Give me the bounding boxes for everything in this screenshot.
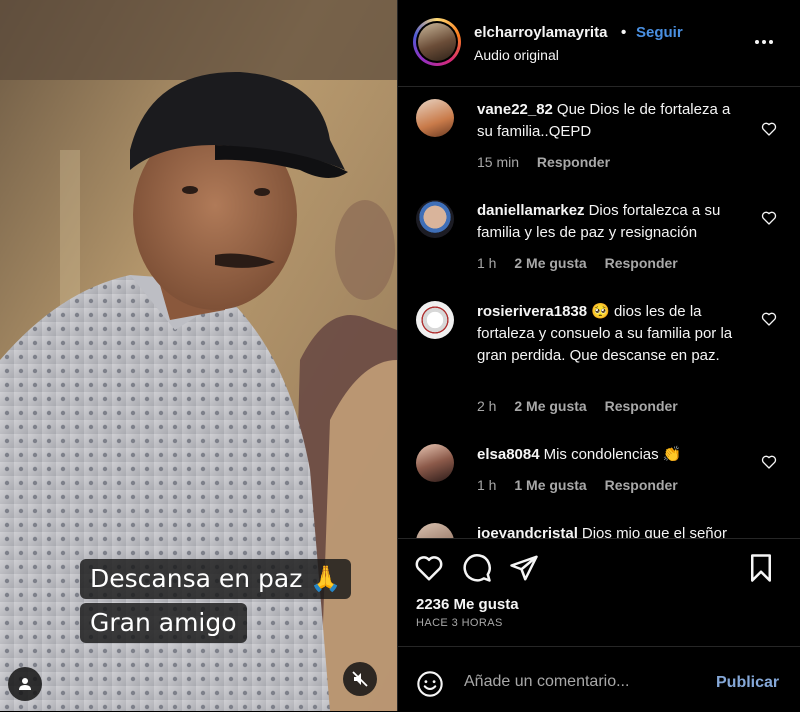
user-icon	[19, 678, 31, 690]
emoji-smiley-icon[interactable]	[416, 670, 444, 698]
video-caption-line-1: Descansa en paz 🙏	[80, 559, 352, 599]
comment-username[interactable]: elsa8084	[477, 446, 540, 463]
header-separator: •	[621, 24, 627, 41]
comment-time: 2 h	[477, 398, 497, 414]
mute-toggle-button[interactable]	[343, 662, 377, 696]
comment-body: Dios mio que el señor	[581, 525, 727, 538]
post-media[interactable]: Descansa en paz 🙏 Gran amigo	[0, 0, 397, 711]
author-username[interactable]: elcharroylamayrita	[474, 24, 607, 41]
like-heart-icon[interactable]	[414, 553, 444, 583]
heart-icon[interactable]	[761, 311, 777, 327]
comment-text: rosierivera1838 🥺 dios les de la fortalez…	[477, 301, 747, 367]
comment-bubble-icon[interactable]	[462, 553, 492, 583]
reply-button[interactable]: Responder	[605, 255, 678, 271]
post-timestamp: HACE 3 HORAS	[416, 617, 503, 629]
comment-username[interactable]: joeyandcristal	[477, 525, 578, 538]
bookmark-icon[interactable]	[746, 553, 776, 583]
comment-meta: 15 min Responder	[477, 154, 624, 170]
comment-time: 1 h	[477, 255, 497, 271]
comment-likes[interactable]: 1 Me gusta	[514, 477, 586, 493]
comment-composer: Publicar	[398, 646, 800, 712]
comment-meta: 1 h 2 Me gusta Responder	[477, 255, 692, 271]
more-horizontal-icon[interactable]	[752, 30, 776, 54]
follow-button[interactable]: Seguir	[636, 24, 683, 41]
reply-button[interactable]: Responder	[605, 477, 678, 493]
comment-avatar[interactable]	[416, 523, 454, 538]
comment-username[interactable]: vane22_82	[477, 101, 553, 118]
heart-icon[interactable]	[761, 454, 777, 470]
comment-text: elsa8084 Mis condolencias 👏	[477, 444, 747, 466]
share-paper-plane-icon[interactable]	[509, 553, 539, 583]
post-side-panel: elcharroylamayrita • Seguir Audio origin…	[397, 0, 800, 711]
tagged-people-button[interactable]	[8, 667, 42, 701]
comment-likes[interactable]: 2 Me gusta	[514, 255, 586, 271]
comment-time: 15 min	[477, 154, 520, 170]
post-actions: 2236 Me gusta HACE 3 HORAS	[398, 538, 800, 647]
comment-username[interactable]: daniellamarkez	[477, 202, 585, 219]
comment-likes[interactable]: 2 Me gusta	[514, 398, 586, 414]
author-avatar[interactable]	[413, 18, 461, 66]
audio-label[interactable]: Audio original	[474, 47, 559, 63]
comment-text: joeyandcristal Dios mio que el señor	[477, 523, 747, 538]
comment-text: daniellamarkez Dios fortalezca a su famil…	[477, 200, 747, 244]
heart-icon[interactable]	[761, 121, 777, 137]
reply-button[interactable]: Responder	[537, 154, 610, 170]
comment-body: Mis condolencias 👏	[543, 446, 682, 463]
comments-list[interactable]: vane22_82 Que Dios le de fortaleza a su f…	[398, 87, 800, 538]
likes-count[interactable]: 2236 Me gusta	[416, 596, 519, 613]
comment-input[interactable]	[462, 669, 696, 695]
publish-button[interactable]: Publicar	[716, 674, 779, 692]
comment-time: 1 h	[477, 477, 497, 493]
speaker-muted-icon	[352, 671, 368, 687]
comment-meta: 1 h 1 Me gusta Responder	[477, 477, 692, 493]
heart-icon[interactable]	[761, 210, 777, 226]
comment-text: vane22_82 Que Dios le de fortaleza a su f…	[477, 99, 747, 143]
video-caption-line-2: Gran amigo	[80, 603, 247, 643]
comment-avatar[interactable]	[416, 444, 454, 482]
comment-avatar[interactable]	[416, 301, 454, 339]
post-modal: Descansa en paz 🙏 Gran amigo elcharroyla…	[0, 0, 800, 711]
comment-meta: 2 h 2 Me gusta Responder	[477, 398, 692, 414]
comment-avatar[interactable]	[416, 200, 454, 238]
comment-avatar[interactable]	[416, 99, 454, 137]
reply-button[interactable]: Responder	[605, 398, 678, 414]
comment-username[interactable]: rosierivera1838	[477, 303, 587, 320]
post-header: elcharroylamayrita • Seguir Audio origin…	[398, 0, 800, 87]
